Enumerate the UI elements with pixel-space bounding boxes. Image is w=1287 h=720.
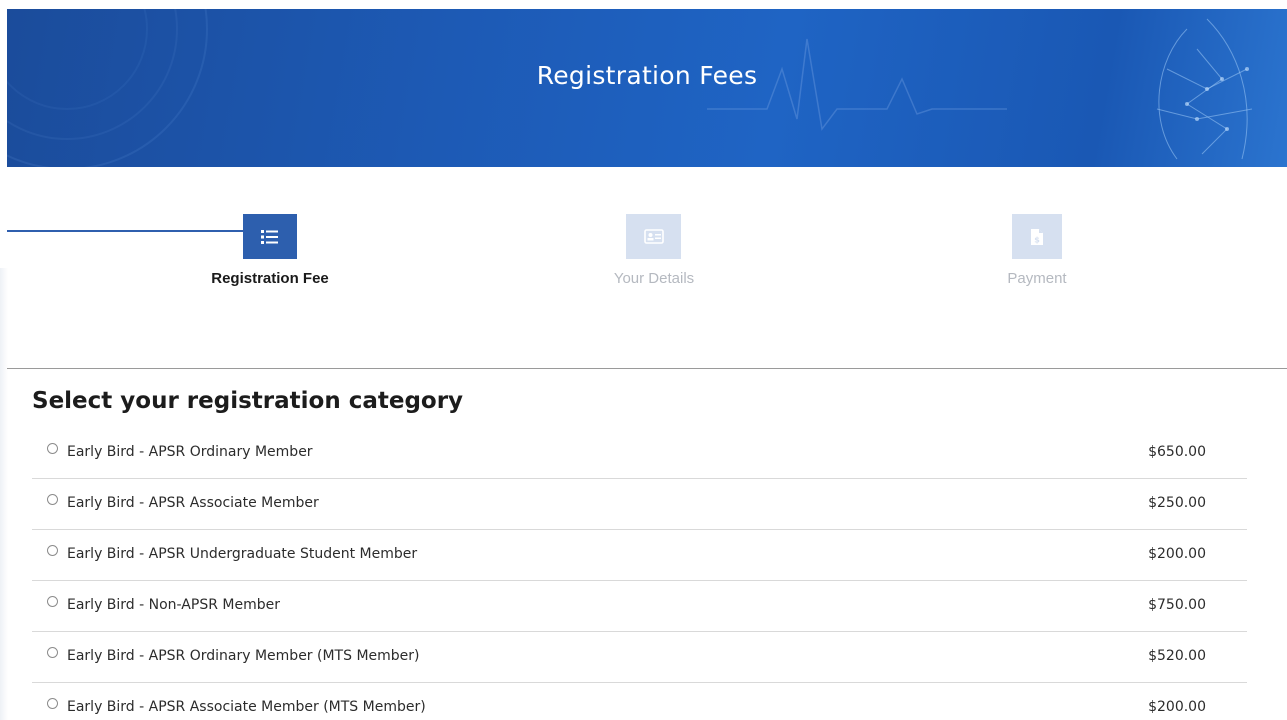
list-icon: [261, 229, 278, 244]
option-label: Early Bird - APSR Ordinary Member: [67, 444, 313, 460]
radio-button[interactable]: [47, 698, 58, 709]
radio-button[interactable]: [47, 596, 58, 607]
left-edge-band: [0, 268, 8, 720]
section-divider: [7, 368, 1287, 369]
svg-text:$: $: [1034, 235, 1040, 244]
option-price: $200.00: [1148, 699, 1206, 715]
step-your-details[interactable]: [626, 214, 681, 259]
option-price: $750.00: [1148, 597, 1206, 613]
step-registration-fee[interactable]: [243, 214, 297, 259]
step-label-payment: Payment: [1007, 270, 1067, 287]
step-label-your-details: Your Details: [613, 270, 695, 287]
option-label: Early Bird - APSR Ordinary Member (MTS M…: [67, 648, 420, 664]
section-title: Select your registration category: [32, 388, 464, 414]
radio-button[interactable]: [47, 443, 58, 454]
radio-button[interactable]: [47, 494, 58, 505]
step-payment[interactable]: $: [1012, 214, 1062, 259]
step-label-registration-fee: Registration Fee: [211, 270, 329, 287]
option-price: $520.00: [1148, 648, 1206, 664]
radio-button[interactable]: [47, 647, 58, 658]
list-item[interactable]: Early Bird - APSR Ordinary Member (MTS M…: [32, 632, 1247, 683]
radio-button[interactable]: [47, 545, 58, 556]
option-price: $200.00: [1148, 546, 1206, 562]
stepper-progress-line: [7, 230, 244, 232]
list-item[interactable]: Early Bird - Non-APSR Member $750.00: [32, 581, 1247, 632]
list-item[interactable]: Early Bird - APSR Associate Member (MTS …: [32, 683, 1247, 720]
option-price: $250.00: [1148, 495, 1206, 511]
option-label: Early Bird - APSR Associate Member: [67, 495, 319, 511]
page: Registration Fees Registration Fee Your …: [0, 0, 1287, 720]
option-price: $650.00: [1148, 444, 1206, 460]
list-item[interactable]: Early Bird - APSR Ordinary Member $650.0…: [32, 428, 1247, 479]
option-label: Early Bird - Non-APSR Member: [67, 597, 280, 613]
list-item[interactable]: Early Bird - APSR Associate Member $250.…: [32, 479, 1247, 530]
registration-category-list: Early Bird - APSR Ordinary Member $650.0…: [32, 428, 1247, 720]
page-title: Registration Fees: [536, 61, 758, 90]
option-label: Early Bird - APSR Associate Member (MTS …: [67, 699, 426, 715]
dollar-document-icon: $: [1031, 228, 1043, 245]
list-item[interactable]: Early Bird - APSR Undergraduate Student …: [32, 530, 1247, 581]
id-card-icon: [643, 229, 664, 244]
option-label: Early Bird - APSR Undergraduate Student …: [67, 546, 418, 562]
header-banner: Registration Fees: [7, 9, 1287, 167]
